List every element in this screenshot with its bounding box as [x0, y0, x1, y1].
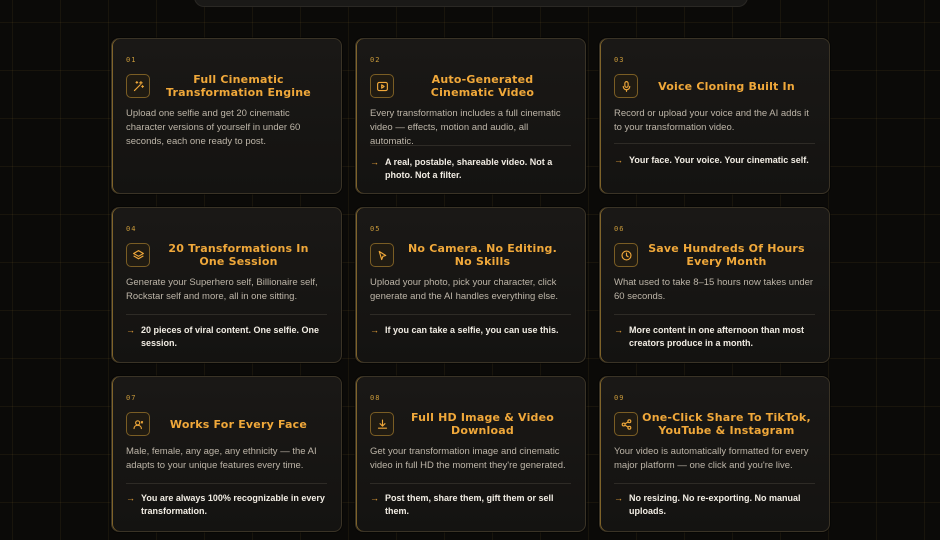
arrow-right-icon: →	[370, 493, 379, 503]
card-divider	[126, 483, 327, 484]
card-title: Save Hundreds Of Hours Every Month	[648, 242, 805, 268]
microphone-icon	[614, 74, 638, 98]
feature-card-1: 01 Full Cinematic Transformation Engine …	[111, 38, 342, 194]
card-number: 03	[614, 56, 625, 64]
arrow-right-icon: →	[614, 493, 623, 503]
card-title: Voice Cloning Built In	[658, 79, 795, 93]
card-bullet-text: 20 pieces of viral content. One selfie. …	[141, 325, 320, 348]
card-description: What used to take 8–15 hours now takes u…	[614, 277, 814, 302]
arrow-right-icon: →	[370, 325, 379, 335]
card-number: 06	[614, 225, 625, 233]
card-title: Full HD Image & Video Download	[410, 411, 555, 437]
card-description: Your video is automatically formatted fo…	[614, 446, 809, 471]
card-bullet-text: Post them, share them, gift them or sell…	[385, 493, 554, 516]
feature-card-5: 05 No Camera. No Editing. No Skills Uplo…	[355, 207, 586, 363]
card-description: Every transformation includes a full cin…	[370, 108, 561, 147]
card-bullet-text: Your face. Your voice. Your cinematic se…	[629, 155, 809, 165]
card-description: Record or upload your voice and the AI a…	[614, 108, 809, 133]
card-number: 04	[126, 225, 137, 233]
feature-card-7: 07 Works For Every Face Male, female, an…	[111, 376, 342, 532]
top-bar	[194, 0, 748, 7]
card-title: Full Cinematic Transformation Engine	[166, 73, 311, 99]
card-bullet-text: A real, postable, shareable video. Not a…	[385, 157, 553, 180]
feature-card-3: 03 Voice Cloning Built In Record or uplo…	[599, 38, 830, 194]
arrow-right-icon: →	[126, 325, 135, 335]
card-divider	[126, 314, 327, 315]
card-bullet-text: No resizing. No re-exporting. No manual …	[629, 493, 801, 516]
arrow-right-icon: →	[126, 493, 135, 503]
card-title: Works For Every Face	[169, 417, 308, 431]
download-icon	[370, 412, 394, 436]
card-divider	[614, 314, 815, 315]
card-number: 09	[614, 394, 625, 402]
card-divider	[370, 145, 571, 146]
card-bullet-text: If you can take a selfie, you can use th…	[385, 325, 559, 335]
video-play-icon	[370, 74, 394, 98]
card-number: 08	[370, 394, 381, 402]
feature-card-8: 08 Full HD Image & Video Download Get yo…	[355, 376, 586, 532]
card-divider	[370, 483, 571, 484]
card-divider	[614, 483, 815, 484]
card-bullet: → If you can take a selfie, you can use …	[370, 324, 571, 337]
feature-card-6: 06 Save Hundreds Of Hours Every Month Wh…	[599, 207, 830, 363]
feature-card-4: 04 20 Transformations In One Session Gen…	[111, 207, 342, 363]
layers-icon	[126, 243, 150, 267]
card-divider	[614, 143, 815, 144]
card-bullet: → You are always 100% recognizable in ev…	[126, 492, 327, 518]
card-title: One-Click Share To TikTok, YouTube & Ins…	[642, 411, 811, 437]
user-face-icon	[126, 412, 150, 436]
card-divider	[370, 314, 571, 315]
card-bullet: → 20 pieces of viral content. One selfie…	[126, 324, 327, 350]
clock-icon	[614, 243, 638, 267]
sparkle-wand-icon	[126, 74, 150, 98]
card-title: No Camera. No Editing. No Skills	[408, 242, 557, 268]
card-title: 20 Transformations In One Session	[168, 242, 309, 268]
arrow-right-icon: →	[614, 325, 623, 335]
card-number: 01	[126, 56, 137, 64]
card-number: 07	[126, 394, 137, 402]
card-bullet: → No resizing. No re-exporting. No manua…	[614, 492, 815, 518]
card-bullet-text: More content in one afternoon than most …	[629, 325, 804, 348]
feature-card-2: 02 Auto-Generated Cinematic Video Every …	[355, 38, 586, 194]
arrow-right-icon: →	[370, 157, 379, 167]
card-bullet: → Post them, share them, gift them or se…	[370, 492, 571, 518]
cursor-pointer-icon	[370, 243, 394, 267]
card-description: Male, female, any age, any ethnicity — t…	[126, 446, 317, 471]
feature-card-9: 09 One-Click Share To TikTok, YouTube & …	[599, 376, 830, 532]
card-number: 02	[370, 56, 381, 64]
card-description: Upload your photo, pick your character, …	[370, 277, 559, 302]
card-bullet-text: You are always 100% recognizable in ever…	[141, 493, 325, 516]
arrow-right-icon: →	[614, 155, 623, 165]
card-description: Upload one selfie and get 20 cinematic c…	[126, 108, 301, 147]
card-bullet: → More content in one afternoon than mos…	[614, 324, 815, 350]
card-bullet: → A real, postable, shareable video. Not…	[370, 156, 571, 182]
card-number: 05	[370, 225, 381, 233]
card-description: Get your transformation image and cinema…	[370, 446, 566, 471]
features-grid: 01 Full Cinematic Transformation Engine …	[111, 38, 830, 532]
share-icon	[614, 412, 638, 436]
card-title: Auto-Generated Cinematic Video	[430, 73, 535, 99]
card-description: Generate your Superhero self, Billionair…	[126, 277, 318, 302]
card-bullet: → Your face. Your voice. Your cinematic …	[614, 154, 815, 167]
